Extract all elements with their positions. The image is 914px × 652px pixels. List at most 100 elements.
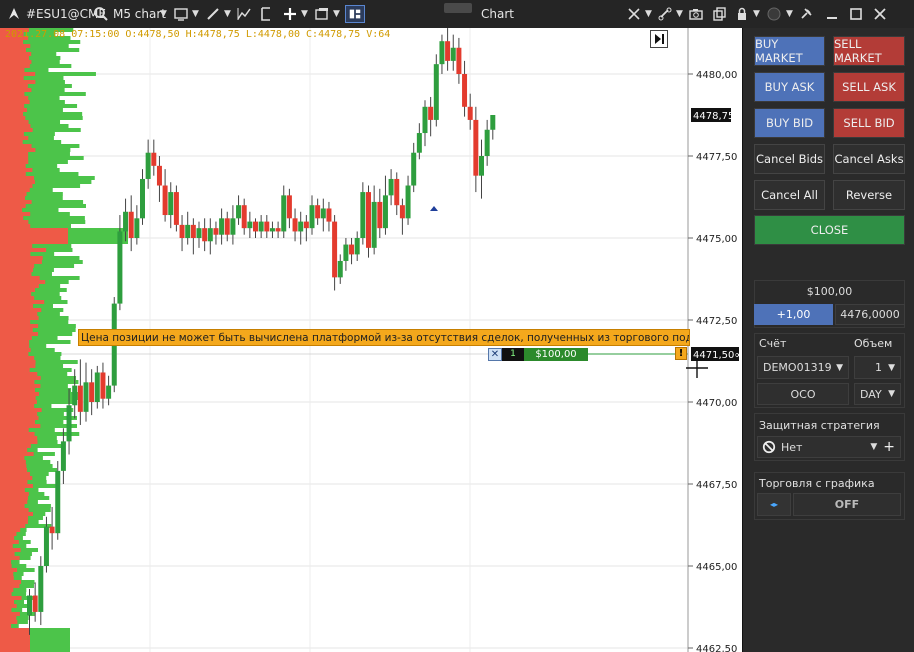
volume-profile-bar-sell bbox=[0, 124, 31, 128]
volume-profile-bar-sell bbox=[0, 312, 38, 316]
candle-body bbox=[360, 192, 366, 238]
account-select[interactable]: DEMO01319 ▼ bbox=[757, 356, 849, 379]
buy-bid-button[interactable]: BUY BID bbox=[754, 108, 825, 138]
sell-ask-button[interactable]: SELL ASK bbox=[833, 72, 905, 102]
sell-bid-button[interactable]: SELL BID bbox=[833, 108, 905, 138]
camera-icon[interactable] bbox=[688, 6, 704, 22]
sell-market-button[interactable]: SELL MARKET bbox=[833, 36, 905, 66]
volume-profile-bar-sell bbox=[0, 320, 31, 324]
volume-profile-bar-sell bbox=[0, 452, 34, 456]
reverse-button[interactable]: Reverse bbox=[833, 180, 905, 210]
line-chart-icon[interactable] bbox=[236, 6, 252, 22]
close-icon[interactable] bbox=[872, 6, 888, 22]
volume-profile-bar-sell bbox=[0, 548, 21, 552]
buy-ask-button[interactable]: BUY ASK bbox=[754, 72, 825, 102]
timeframe-selector[interactable]: M5 chart bbox=[113, 0, 166, 28]
volume-profile-bar-sell bbox=[0, 400, 37, 404]
warning-badge-icon[interactable]: ! bbox=[675, 347, 687, 360]
layout-icon[interactable] bbox=[345, 5, 365, 23]
volume-select[interactable]: 1 ▼ bbox=[854, 356, 901, 379]
volume-profile-bar-sell bbox=[0, 524, 26, 528]
go-to-end-button[interactable] bbox=[650, 30, 668, 48]
candle-body bbox=[326, 208, 332, 222]
volume-profile-bar-sell bbox=[0, 572, 14, 576]
volume-profile-bar-sell bbox=[0, 204, 26, 208]
volume-profile-bar-sell bbox=[0, 256, 43, 260]
maximize-icon[interactable] bbox=[848, 6, 864, 22]
chevron-down-icon[interactable]: ▼ bbox=[333, 0, 340, 28]
window-icon[interactable] bbox=[314, 6, 330, 22]
cancel-bids-button[interactable]: Cancel Bids bbox=[754, 144, 825, 174]
candle-body bbox=[281, 195, 287, 232]
link-icon[interactable] bbox=[657, 6, 673, 22]
volume-profile-bar-sell bbox=[0, 184, 33, 188]
candle-body bbox=[202, 228, 208, 242]
volume-profile-bar-sell bbox=[0, 212, 31, 216]
buy-market-button[interactable]: BUY MARKET bbox=[754, 36, 825, 66]
volume-profile-bar-sell bbox=[0, 612, 20, 616]
volume-profile-bar-sell bbox=[0, 428, 29, 432]
add-icon[interactable]: + bbox=[883, 439, 895, 455]
search-icon[interactable] bbox=[93, 6, 109, 22]
volume-profile-bar-sell bbox=[0, 500, 28, 504]
candle-body bbox=[179, 224, 185, 238]
chevron-down-icon[interactable]: ▼ bbox=[224, 0, 231, 28]
display-icon[interactable] bbox=[173, 6, 189, 22]
volume-profile-bar-sell bbox=[0, 480, 28, 484]
drag-handle-icon[interactable] bbox=[444, 3, 472, 13]
tif-select[interactable]: DAY ▼ bbox=[854, 383, 901, 405]
volume-profile-bar-sell bbox=[0, 144, 32, 148]
chart-trading-toggle[interactable]: OFF bbox=[793, 493, 901, 516]
chevron-down-icon[interactable]: ▼ bbox=[676, 0, 683, 28]
app-logo-icon[interactable] bbox=[6, 6, 22, 22]
template-icon[interactable] bbox=[258, 6, 274, 22]
candle-body bbox=[439, 41, 445, 65]
chevron-down-icon: ▼ bbox=[888, 389, 895, 399]
volume-profile-bar-sell bbox=[0, 160, 29, 164]
lock-icon[interactable] bbox=[734, 6, 750, 22]
candle-body bbox=[399, 205, 405, 219]
pencil-icon[interactable] bbox=[205, 6, 221, 22]
candle-body bbox=[49, 526, 55, 534]
minimize-icon[interactable] bbox=[824, 6, 840, 22]
volume-profile-bar-sell bbox=[0, 508, 29, 512]
cancel-all-button[interactable]: Cancel All bbox=[754, 180, 825, 210]
chevron-down-icon[interactable]: ▼ bbox=[753, 0, 760, 28]
volume-profile-bar-sell bbox=[0, 292, 32, 296]
arrows-icon[interactable]: ◂▸ bbox=[757, 493, 791, 516]
copy-icon[interactable] bbox=[711, 6, 727, 22]
volume-profile-bar-sell bbox=[0, 252, 31, 256]
volume-profile-bar-sell bbox=[0, 40, 24, 44]
cancel-asks-button[interactable]: Cancel Asks bbox=[833, 144, 905, 174]
volume-profile-bar-sell bbox=[0, 576, 14, 580]
circle-icon[interactable] bbox=[766, 6, 782, 22]
volume-profile-bar-sell bbox=[0, 340, 30, 344]
strategy-select[interactable]: Нет ▼ + bbox=[757, 436, 901, 458]
chevron-down-icon[interactable]: ▼ bbox=[786, 0, 793, 28]
volume-profile-bar-sell bbox=[0, 96, 29, 100]
close-position-button[interactable]: CLOSE bbox=[754, 215, 905, 245]
close-position-icon[interactable]: ✕ bbox=[488, 348, 502, 361]
price-chart[interactable]: 4480,00 4477,50 4475,00 4472,50 4470,00 4467,… bbox=[0, 28, 742, 652]
volume-profile-bar-sell bbox=[0, 448, 28, 452]
candle-body bbox=[32, 595, 38, 612]
oco-button[interactable]: OCO bbox=[757, 383, 849, 405]
candle-body bbox=[190, 224, 196, 238]
price-input[interactable]: 4476,0000 bbox=[835, 304, 905, 325]
position-marker[interactable]: ✕ 1 $100,00 bbox=[488, 348, 588, 361]
volume-profile-bar-sell bbox=[0, 392, 40, 396]
chevron-down-icon[interactable]: ▼ bbox=[301, 0, 308, 28]
crosshair-plus-icon[interactable] bbox=[282, 6, 298, 22]
tools-icon[interactable] bbox=[626, 6, 642, 22]
chevron-down-icon[interactable]: ▼ bbox=[645, 0, 652, 28]
candle-body bbox=[241, 205, 247, 229]
volume-profile-bar-sell bbox=[0, 216, 24, 220]
chevron-down-icon[interactable]: ▼ bbox=[192, 0, 199, 28]
step-button[interactable]: +1,00 bbox=[754, 304, 833, 325]
volume-profile-bar-sell bbox=[0, 512, 34, 516]
volume-profile-bar-sell bbox=[0, 528, 21, 532]
position-warning-banner: Цена позиции не может быть вычислена пла… bbox=[78, 329, 690, 346]
candle-body bbox=[128, 211, 134, 238]
chevron-down-icon[interactable]: ▼ bbox=[160, 0, 167, 28]
pin-icon[interactable] bbox=[798, 6, 814, 22]
